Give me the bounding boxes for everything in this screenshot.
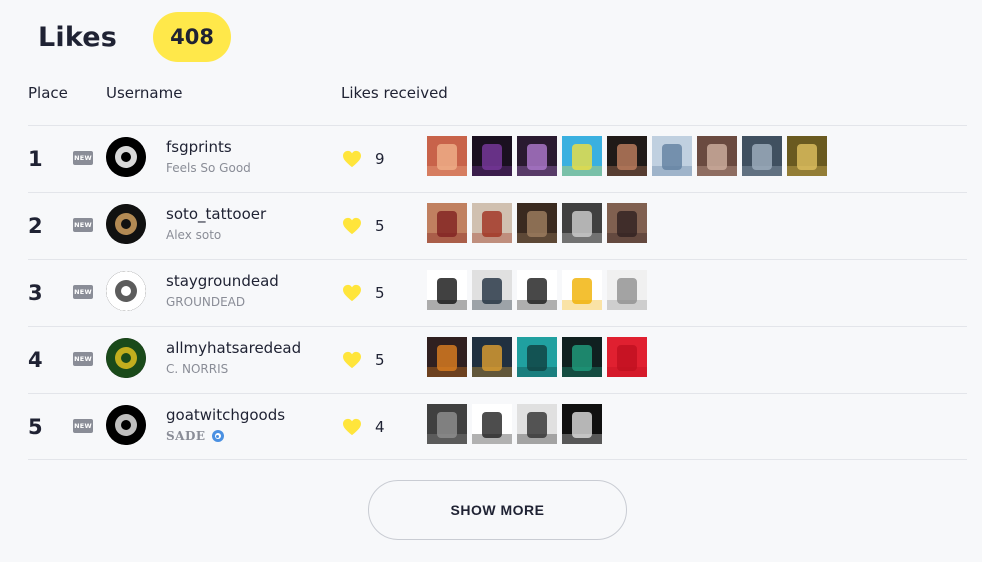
display-name: GROUNDEAD	[166, 295, 245, 309]
new-badge: NEW	[73, 218, 93, 232]
liked-item-thumbnail[interactable]	[427, 337, 467, 377]
display-name-text: Feels So Good	[166, 161, 251, 175]
heart-icon	[342, 351, 362, 369]
username-link[interactable]: allmyhatsaredead	[166, 339, 301, 357]
table-row: 5 NEW goatwitchgoods SADE 4	[28, 393, 967, 460]
likes-header: Likes 408	[38, 12, 232, 62]
rank-number: 3	[28, 281, 43, 305]
liked-items-thumbnails	[427, 270, 647, 310]
username-link[interactable]: fsgprints	[166, 138, 232, 156]
user-avatar[interactable]	[106, 338, 146, 378]
display-name-text: C. NORRIS	[166, 362, 229, 376]
column-header-username: Username	[106, 84, 183, 102]
display-name-text: Alex soto	[166, 228, 222, 242]
liked-item-thumbnail[interactable]	[787, 136, 827, 176]
liked-item-thumbnail[interactable]	[607, 270, 647, 310]
liked-item-thumbnail[interactable]	[427, 270, 467, 310]
liked-item-thumbnail[interactable]	[427, 404, 467, 444]
liked-item-thumbnail[interactable]	[472, 136, 512, 176]
new-badge: NEW	[73, 419, 93, 433]
table-row: 4 NEW allmyhatsaredead C. NORRIS 5	[28, 326, 967, 393]
liked-items-thumbnails	[427, 136, 827, 176]
liked-item-thumbnail[interactable]	[652, 136, 692, 176]
username-link[interactable]: soto_tattooer	[166, 205, 266, 223]
liked-items-thumbnails	[427, 203, 647, 243]
page-title: Likes	[38, 21, 118, 53]
liked-item-thumbnail[interactable]	[517, 136, 557, 176]
liked-item-thumbnail[interactable]	[472, 404, 512, 444]
liked-item-thumbnail[interactable]	[562, 404, 602, 444]
liked-item-thumbnail[interactable]	[427, 136, 467, 176]
column-header-place: Place	[28, 84, 68, 102]
liked-item-thumbnail[interactable]	[697, 136, 737, 176]
liked-item-thumbnail[interactable]	[562, 136, 602, 176]
liked-item-thumbnail[interactable]	[607, 337, 647, 377]
display-name: SADE	[166, 429, 224, 443]
leaderboard-list: 1 NEW fsgprints Feels So Good 9 2 NEW soto_tatt…	[28, 125, 967, 460]
likes-received-count: 9	[375, 150, 385, 168]
table-row: 1 NEW fsgprints Feels So Good 9	[28, 125, 967, 192]
liked-item-thumbnail[interactable]	[742, 136, 782, 176]
liked-item-thumbnail[interactable]	[472, 337, 512, 377]
liked-item-thumbnail[interactable]	[472, 203, 512, 243]
table-row: 3 NEW staygroundead GROUNDEAD 5	[28, 259, 967, 326]
username-link[interactable]: goatwitchgoods	[166, 406, 285, 424]
display-name: Feels So Good	[166, 161, 251, 175]
rank-number: 5	[28, 415, 43, 439]
table-row: 2 NEW soto_tattooer Alex soto 5	[28, 192, 967, 259]
rank-number: 4	[28, 348, 43, 372]
rank-number: 1	[28, 147, 43, 171]
user-avatar[interactable]	[106, 271, 146, 311]
display-name: Alex soto	[166, 228, 221, 242]
liked-item-thumbnail[interactable]	[562, 203, 602, 243]
user-avatar[interactable]	[106, 405, 146, 445]
show-more-button[interactable]: SHOW MORE	[368, 480, 627, 540]
heart-icon	[342, 217, 362, 235]
user-avatar[interactable]	[106, 204, 146, 244]
liked-item-thumbnail[interactable]	[517, 404, 557, 444]
liked-item-thumbnail[interactable]	[517, 337, 557, 377]
new-badge: NEW	[73, 151, 93, 165]
liked-item-thumbnail[interactable]	[562, 270, 602, 310]
rank-number: 2	[28, 214, 43, 238]
liked-item-thumbnail[interactable]	[562, 337, 602, 377]
likes-received-count: 5	[375, 284, 385, 302]
display-name: C. NORRIS	[166, 362, 228, 376]
liked-item-thumbnail[interactable]	[517, 270, 557, 310]
user-avatar[interactable]	[106, 137, 146, 177]
likes-count-badge: 408	[153, 12, 232, 62]
liked-item-thumbnail[interactable]	[427, 203, 467, 243]
liked-item-thumbnail[interactable]	[607, 136, 647, 176]
heart-icon	[342, 418, 362, 436]
likes-received-count: 5	[375, 351, 385, 369]
likes-received-count: 5	[375, 217, 385, 235]
liked-item-thumbnail[interactable]	[607, 203, 647, 243]
liked-items-thumbnails	[427, 404, 602, 444]
heart-icon	[342, 150, 362, 168]
display-name-text: SADE	[166, 429, 206, 443]
liked-item-thumbnail[interactable]	[472, 270, 512, 310]
verified-badge-icon	[211, 430, 224, 442]
display-name-text: GROUNDEAD	[166, 295, 246, 309]
heart-icon	[342, 284, 362, 302]
username-link[interactable]: staygroundead	[166, 272, 279, 290]
column-header-likes: Likes received	[341, 84, 448, 102]
likes-received-count: 4	[375, 418, 385, 436]
liked-items-thumbnails	[427, 337, 647, 377]
table-header: Place Username Likes received	[0, 84, 982, 104]
liked-item-thumbnail[interactable]	[517, 203, 557, 243]
new-badge: NEW	[73, 352, 93, 366]
new-badge: NEW	[73, 285, 93, 299]
